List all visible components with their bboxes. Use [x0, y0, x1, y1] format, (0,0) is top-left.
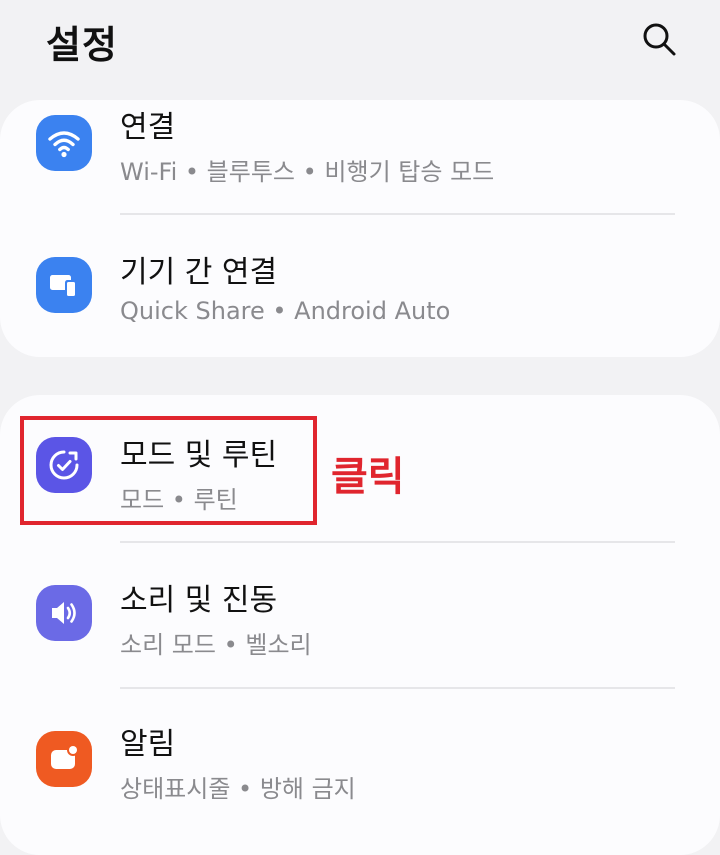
settings-item-connections[interactable]: 연결 Wi-Fi • 블루투스 • 비행기 탑승 모드 [0, 100, 720, 214]
settings-item-title: 알림 [120, 727, 176, 762]
settings-item-subtitle: 상태표시줄 • 방해 금지 [120, 775, 356, 803]
wifi-icon [36, 115, 92, 171]
speaker-icon [36, 585, 92, 641]
settings-item-title: 소리 및 진동 [120, 583, 278, 618]
settings-item-title: 모드 및 루틴 [120, 438, 278, 473]
notification-icon [36, 731, 92, 787]
click-annotation: 클릭 [331, 454, 405, 500]
devices-icon [36, 257, 92, 313]
settings-item-subtitle: Quick Share • Android Auto [120, 297, 451, 325]
search-icon [641, 21, 677, 61]
settings-item-title: 기기 간 연결 [120, 255, 278, 290]
modes-routines-icon [36, 437, 92, 493]
settings-group-connections: 연결 Wi-Fi • 블루투스 • 비행기 탑승 모드 기기 간 연결 Quic… [0, 100, 720, 357]
settings-item-subtitle: Wi-Fi • 블루투스 • 비행기 탑승 모드 [120, 158, 495, 186]
settings-item-title: 연결 [120, 110, 176, 145]
settings-item-subtitle: 소리 모드 • 벨소리 [120, 631, 312, 659]
search-button[interactable] [636, 18, 682, 64]
settings-item-device-connection[interactable]: 기기 간 연결 Quick Share • Android Auto [0, 215, 720, 357]
settings-item-sound-vibration[interactable]: 소리 및 진동 소리 모드 • 벨소리 [0, 543, 720, 687]
settings-item-notifications[interactable]: 알림 상태표시줄 • 방해 금지 [0, 689, 720, 855]
app-header: 설정 [0, 0, 720, 90]
page-title: 설정 [46, 23, 118, 67]
settings-item-subtitle: 모드 • 루틴 [120, 486, 238, 514]
